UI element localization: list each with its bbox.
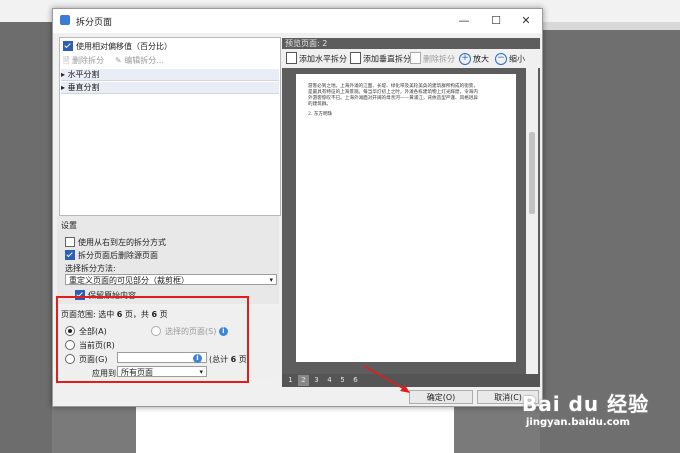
- relative-offset-label: 使用相对偏移值（百分比）: [76, 42, 172, 51]
- split-method-value: 重定义页面的可见部分（裁剪框）: [69, 276, 189, 285]
- page-number-2[interactable]: 2: [298, 375, 309, 386]
- checkbox-checked-icon: [65, 249, 75, 260]
- preview-page: 游客必到之地。上海外滩的江面、长堤、绿化带及美轮美奂的建筑群所构成的街景， 是最…: [296, 74, 516, 362]
- zoom-in-label: 放大: [473, 54, 489, 64]
- delete-source-label: 拆分页面后删除源页面: [78, 251, 158, 260]
- watermark: Bai du 经验 jingyan.baidu.com: [522, 388, 649, 428]
- page-icon: [410, 52, 421, 64]
- maximize-button[interactable]: ☐: [483, 12, 509, 30]
- expand-arrow-icon: ▸: [61, 83, 66, 92]
- page-number-5[interactable]: 5: [337, 375, 348, 386]
- checkbox-checked-icon: [63, 40, 73, 51]
- add-horizontal-label: 添加水平拆分: [299, 54, 347, 64]
- preview-page-text: 游客必到之地。上海外滩的江面、长堤、绿化带及美轮美奂的建筑群所构成的街景， 是最…: [308, 84, 498, 118]
- add-vertical-split-button[interactable]: 添加垂直拆分: [350, 52, 411, 65]
- highlight-annotation-box: [56, 296, 249, 383]
- edit-icon: ✎: [115, 56, 122, 65]
- edit-split-button[interactable]: ✎ 编辑拆分...: [115, 55, 164, 66]
- background-left: [0, 22, 52, 453]
- preview-header: 预览页面: 2: [285, 39, 328, 48]
- page-icon: [286, 52, 297, 64]
- close-button[interactable]: ✕: [513, 12, 539, 30]
- preview-toolbar: 添加水平拆分 添加垂直拆分 删除拆分 + 放大 − 缩小: [282, 49, 540, 68]
- watermark-url: jingyan.baidu.com: [526, 417, 630, 428]
- arrow-line: [363, 365, 407, 391]
- preview-scrollbar[interactable]: [526, 68, 538, 374]
- preview-delete-split-label: 删除拆分: [423, 54, 455, 64]
- delete-icon: 🗎: [63, 56, 70, 65]
- tree-item-vertical[interactable]: ▸ 垂直分割: [61, 82, 279, 94]
- split-list-box: 使用相对偏移值（百分比） 🗎 删除拆分 ✎ 编辑拆分... ▸ 水平分割 ▸ 垂…: [59, 37, 281, 216]
- method-label: 选择拆分方法:: [65, 264, 116, 273]
- page-number-4[interactable]: 4: [324, 375, 335, 386]
- tree-item-horizontal[interactable]: ▸ 水平分割: [61, 69, 279, 81]
- preview-delete-split-button[interactable]: 删除拆分: [410, 52, 455, 65]
- settings-section: 设置 使用从右到左的拆分方式 拆分页面后删除源页面 选择拆分方法: 重定义页面的…: [57, 216, 279, 304]
- delete-source-checkbox[interactable]: 拆分页面后删除源页面: [65, 249, 158, 261]
- background-right-bar: [540, 22, 680, 30]
- delete-split-button[interactable]: 🗎 删除拆分: [63, 55, 104, 69]
- page-text-line: 外游客惊叹不已。上海外滩面对开阔的母亲河——黄浦江，背依造型严谨、风格迥异: [308, 96, 478, 101]
- preview-panel: 预览页面: 2 添加水平拆分 添加垂直拆分 删除拆分 + 放大 − 缩小 游客必到之…: [282, 38, 540, 387]
- page-text-line: 的建筑群。: [308, 102, 331, 107]
- dialog-title: 拆分页面: [76, 18, 113, 28]
- relative-offset-checkbox[interactable]: 使用相对偏移值（百分比）: [63, 40, 172, 52]
- zoom-in-button[interactable]: + 放大: [459, 53, 489, 65]
- page-text-heading: 2. 东方明珠: [308, 112, 333, 117]
- page-number-1[interactable]: 1: [285, 375, 296, 386]
- plus-icon: +: [459, 53, 471, 65]
- minimize-button[interactable]: —: [451, 12, 477, 30]
- chevron-down-icon: ▾: [269, 276, 273, 284]
- add-vertical-label: 添加垂直拆分: [363, 54, 411, 64]
- rtl-checkbox[interactable]: 使用从右到左的拆分方式: [65, 236, 166, 248]
- tree-item-horizontal-label: 水平分割: [67, 70, 100, 79]
- expand-arrow-icon: ▸: [61, 70, 66, 79]
- settings-label: 设置: [61, 221, 77, 230]
- watermark-brand: Bai du 经验: [522, 392, 650, 416]
- minus-icon: −: [495, 53, 507, 65]
- rtl-label: 使用从右到左的拆分方式: [78, 238, 166, 247]
- title-bar: 拆分页面 — ☐ ✕: [53, 9, 542, 33]
- zoom-out-button[interactable]: − 缩小: [495, 53, 525, 65]
- tree-item-vertical-label: 垂直分割: [67, 83, 100, 92]
- page-icon: [350, 52, 361, 64]
- add-horizontal-split-button[interactable]: 添加水平拆分: [286, 52, 347, 65]
- split-method-select[interactable]: 重定义页面的可见部分（裁剪框） ▾: [65, 274, 277, 285]
- scrollbar-thumb[interactable]: [529, 132, 535, 214]
- arrowhead-icon: [400, 385, 410, 393]
- page-number-3[interactable]: 3: [311, 375, 322, 386]
- zoom-out-label: 缩小: [509, 54, 525, 64]
- annotation-arrow: [363, 365, 410, 393]
- edit-split-label: 编辑拆分...: [124, 56, 164, 65]
- delete-split-label: 删除拆分: [71, 56, 104, 65]
- app-icon: [60, 15, 70, 25]
- checkbox-unchecked-icon: [65, 236, 75, 247]
